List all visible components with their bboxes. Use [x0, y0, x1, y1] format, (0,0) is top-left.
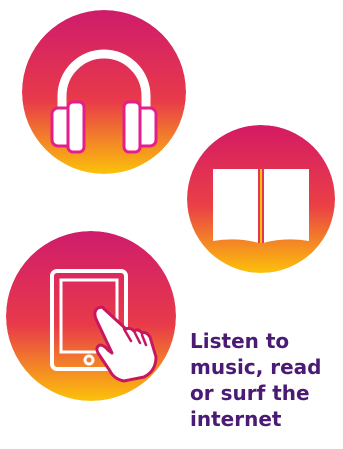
tablet-circle — [6, 231, 176, 401]
caption-line-4: internet — [190, 407, 282, 431]
caption-line-1: Listen to — [190, 329, 290, 353]
tablet-touch-icon — [6, 231, 176, 401]
headphones-circle — [22, 10, 186, 174]
caption-line-3: or surf the — [190, 381, 310, 405]
caption-line-2: music, read — [190, 355, 322, 379]
open-book-icon — [187, 125, 335, 273]
caption-text: Listen to music, read or surf the intern… — [190, 328, 340, 432]
headphones-icon — [22, 10, 186, 174]
book-circle — [187, 125, 335, 273]
